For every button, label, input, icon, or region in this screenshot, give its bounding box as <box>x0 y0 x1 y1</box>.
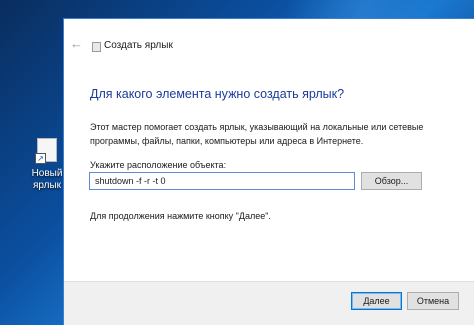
wizard-heading: Для какого элемента нужно создать ярлык? <box>90 87 345 101</box>
back-arrow-icon[interactable]: ← <box>70 37 84 51</box>
window-titlebar: ← Создать ярлык <box>64 19 474 52</box>
next-button[interactable]: Далее <box>351 292 402 310</box>
location-input[interactable] <box>89 172 355 190</box>
browse-button[interactable]: Обзор... <box>361 172 422 190</box>
window-title: Создать ярлык <box>104 40 173 51</box>
cancel-button[interactable]: Отмена <box>407 292 459 310</box>
create-shortcut-window: ← Создать ярлык Для какого элемента нужн… <box>63 18 474 325</box>
continue-hint: Для продолжения нажмите кнопку "Далее". <box>90 211 271 221</box>
wizard-description: Этот мастер помогает создать ярлык, указ… <box>90 122 424 146</box>
new-shortcut-icon: ↗ <box>35 138 57 164</box>
shortcut-icon <box>92 42 101 52</box>
shortcut-arrow-icon: ↗ <box>35 153 46 164</box>
location-label: Укажите расположение объекта: <box>90 160 227 170</box>
